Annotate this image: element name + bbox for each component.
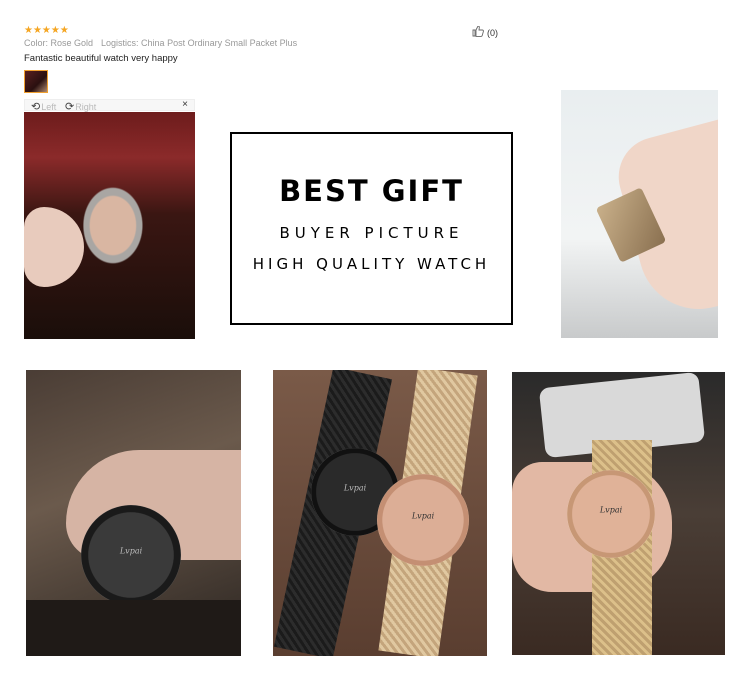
rotate-left-label: Left: [41, 101, 57, 112]
banner-line-1: BUYER PICTURE: [279, 224, 464, 242]
review-text: Fantastic beautiful watch very happy: [24, 53, 178, 64]
buyer-photo-watch-in-hand: Lvpai: [512, 372, 725, 655]
sleeve: [26, 600, 241, 656]
hand: [24, 207, 84, 287]
best-gift-banner: BEST GIFT BUYER PICTURE HIGH QUALITY WAT…: [230, 132, 513, 325]
thumbs-up-icon: [472, 25, 484, 39]
banner-line-2: HIGH QUALITY WATCH: [252, 255, 491, 273]
like-button[interactable]: (0): [472, 25, 498, 39]
buyer-photo-black-watch-wrist: Lvpai: [26, 370, 241, 656]
watch-logo: Lvpai: [119, 546, 143, 556]
like-count: (0): [487, 27, 498, 38]
rotate-right-label: Right: [75, 101, 97, 112]
rating-stars: ★★★★★: [24, 25, 69, 36]
close-icon[interactable]: ×: [182, 99, 188, 110]
watch-logo: Lvpai: [599, 505, 623, 515]
color-label: Color: Rose Gold: [24, 38, 94, 48]
watch-face: Lvpai: [81, 505, 181, 605]
buyer-photo-watch-in-box: [24, 112, 195, 339]
review-photo-thumbnail[interactable]: [24, 70, 48, 93]
buyer-photo-two-watches: Lvpai Lvpai: [273, 370, 487, 656]
watch-logo: Lvpai: [411, 511, 435, 521]
banner-title: BEST GIFT: [279, 174, 464, 208]
review-meta: Color: Rose Gold Logistics: China Post Or…: [24, 38, 297, 48]
rose-watch-face: Lvpai: [377, 474, 469, 566]
image-viewer-toolbar: ⟲ Left ⟳ Right ×: [24, 99, 195, 113]
watch-logo: Lvpai: [343, 483, 367, 493]
rose-watch-face: Lvpai: [567, 470, 655, 558]
logistics-label: Logistics: China Post Ordinary Small Pac…: [101, 38, 298, 48]
buyer-photo-wrist-band: [561, 90, 718, 338]
